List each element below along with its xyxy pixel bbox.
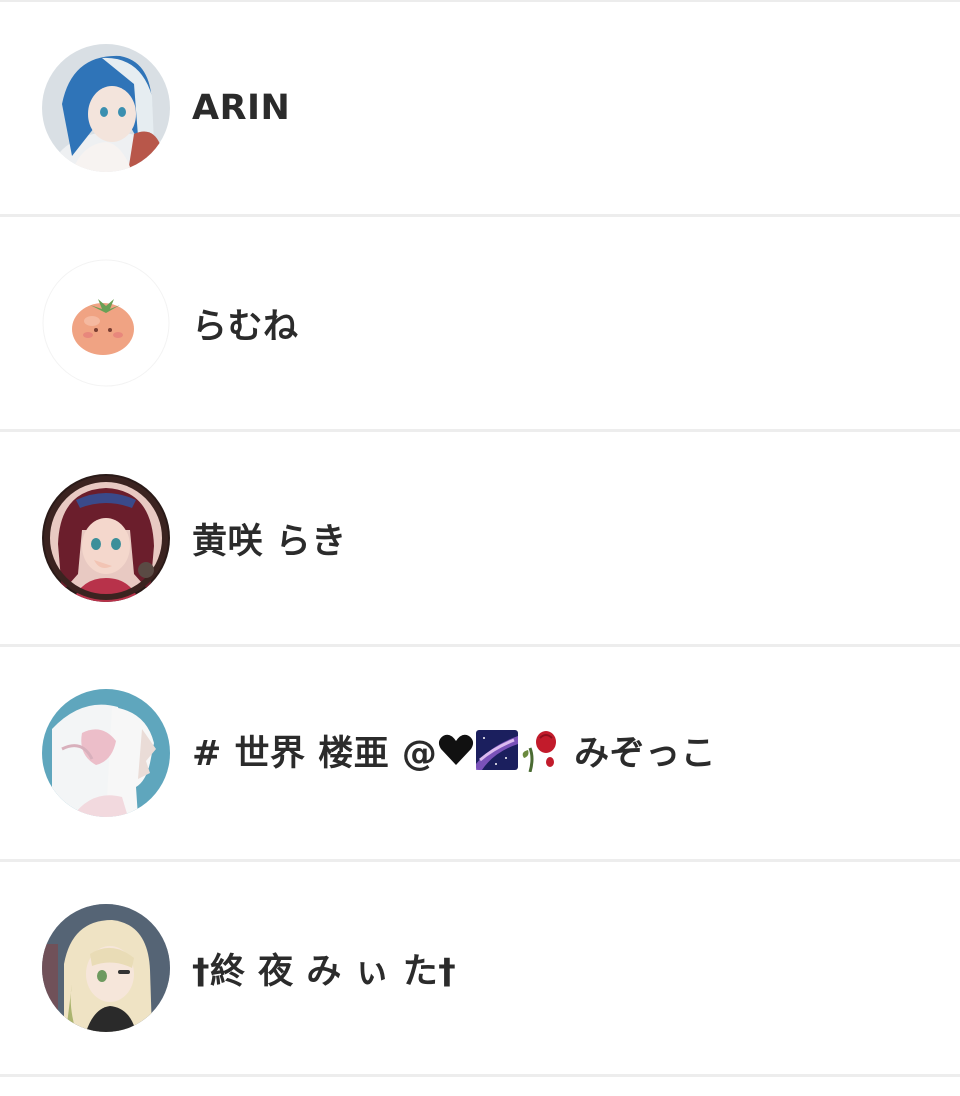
wilted-rose-icon (520, 728, 560, 781)
avatar-image (42, 689, 170, 817)
username-suffix: みぞっこ (561, 733, 717, 774)
avatar[interactable] (42, 44, 170, 172)
avatar-image (42, 44, 170, 172)
avatar[interactable] (42, 904, 170, 1032)
username: らむね (192, 306, 299, 347)
avatar[interactable] (42, 259, 170, 387)
username: †終 夜 み ぃ た† (192, 951, 457, 992)
avatar-image (42, 904, 170, 1032)
user-row[interactable]: †終 夜 み ぃ た† (0, 862, 960, 1077)
username: # 世界 楼亜 @ みぞっこ (192, 725, 716, 782)
avatar-image (42, 474, 170, 602)
username: ARIN (192, 88, 291, 128)
user-row[interactable]: ARIN (0, 2, 960, 217)
username-prefix: # 世界 楼亜 @ (192, 733, 438, 774)
user-row[interactable]: 黄咲 らき (0, 432, 960, 647)
username: 黄咲 らき (192, 521, 347, 562)
user-list: ARIN らむね 黄咲 らき # 世界 楼亜 @ みぞっこ †終 夜 み ぃ た… (0, 2, 960, 1077)
black-heart-icon (438, 733, 474, 776)
avatar[interactable] (42, 689, 170, 817)
avatar-image (42, 259, 170, 387)
milky-way-icon (476, 730, 519, 779)
user-row[interactable]: # 世界 楼亜 @ みぞっこ (0, 647, 960, 862)
user-row[interactable]: らむね (0, 217, 960, 432)
avatar[interactable] (42, 474, 170, 602)
